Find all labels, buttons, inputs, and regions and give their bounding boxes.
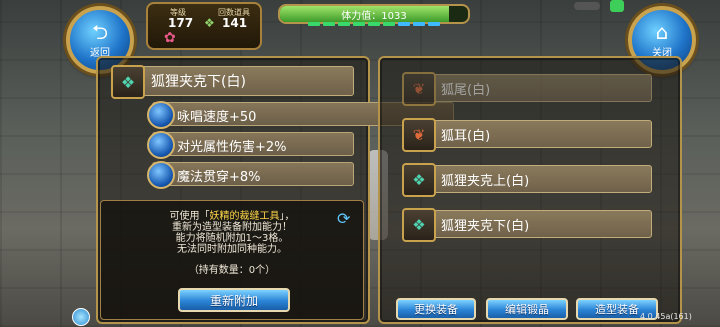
change-equipment-button[interactable]: 更换装备: [396, 298, 476, 320]
selected-item-name: 狐狸夹克下(白): [151, 74, 246, 90]
equipment-name: 狐狸夹克上(白): [441, 174, 530, 189]
attribute-orb-icon: [147, 131, 175, 159]
fox-ear-icon: ❦: [402, 118, 436, 152]
attribute-text: 咏唱速度+50: [177, 110, 257, 125]
tool-name: 妖精的裁缝工具: [209, 211, 280, 222]
equipment-name: 狐狸夹克下(白): [441, 219, 530, 234]
info-line-4: 无法同时附加同种能力。: [177, 244, 287, 255]
selected-item-row: ❖ 狐狸夹克下(白): [111, 65, 354, 99]
jacket-bottom-icon: ❖: [402, 208, 436, 242]
version-text: 4.0.45a(161): [640, 312, 692, 321]
attribute-text: 对光属性伤害+2%: [177, 140, 287, 155]
ticket-value: 141: [222, 16, 248, 30]
info-line-2: 重新为造型装备附加能力！: [172, 222, 292, 233]
equipment-item[interactable]: ❖ 狐狸夹克上(白): [402, 163, 652, 197]
equipment-name: 狐尾(白): [441, 83, 491, 98]
info-suffix: 」，: [279, 211, 295, 222]
gift-icon[interactable]: ✿: [164, 30, 176, 46]
home-icon: ⌂: [655, 19, 669, 44]
edit-crystal-button[interactable]: 编辑锻晶: [486, 298, 568, 320]
back-arrow-icon: ⮌: [91, 19, 109, 44]
ticket-icon: ❖: [204, 16, 215, 30]
player-stats: 等级 177 回数道具 141 ❖ ✿: [146, 2, 262, 50]
attribute-orb-icon: [147, 101, 175, 129]
energy-pip: [323, 22, 335, 26]
equipment-item[interactable]: ❦ 狐耳(白): [402, 118, 652, 152]
chat-icon[interactable]: [72, 308, 90, 326]
attribute-text: 魔法贯穿+8%: [177, 170, 261, 185]
quantity-text: （持有数量：0个）: [188, 265, 276, 276]
stamina-bar: 体力值：1033: [278, 4, 470, 24]
energy-pip: [353, 22, 365, 26]
jacket-icon: ❖: [111, 65, 145, 99]
energy-pip: [383, 22, 395, 26]
stamina-label: 体力值：1033: [341, 11, 407, 22]
energy-pip: [368, 22, 380, 26]
refresh-icon[interactable]: ⟳: [337, 209, 350, 228]
equipment-name: 狐耳(白): [441, 129, 491, 144]
fox-tail-icon: ❦: [402, 72, 436, 106]
equipment-item[interactable]: ❦ 狐尾(白): [402, 72, 652, 106]
level-value: 177: [168, 16, 194, 30]
jacket-top-icon: ❖: [402, 163, 436, 197]
battery-icon: [574, 2, 600, 10]
reroll-button[interactable]: 重新附加: [178, 288, 290, 312]
equipment-item[interactable]: ❖ 狐狸夹克下(白): [402, 208, 652, 242]
info-prefix: 可使用「: [169, 211, 210, 222]
energy-pip: [338, 22, 350, 26]
info-line-1: 可使用「妖精的裁缝工具」，: [101, 211, 363, 222]
attribute-row: 对光属性伤害+2%: [147, 131, 354, 159]
attribute-orb-icon: [147, 161, 175, 189]
signal-icon: [610, 0, 624, 12]
attribute-row: 魔法贯穿+8%: [147, 161, 354, 189]
energy-pips: [308, 22, 440, 26]
energy-pip: [428, 22, 440, 26]
energy-pip: [413, 22, 425, 26]
energy-pip: [398, 22, 410, 26]
info-line-3: 能力将随机附加1～3格。: [175, 233, 289, 244]
energy-pip: [308, 22, 320, 26]
